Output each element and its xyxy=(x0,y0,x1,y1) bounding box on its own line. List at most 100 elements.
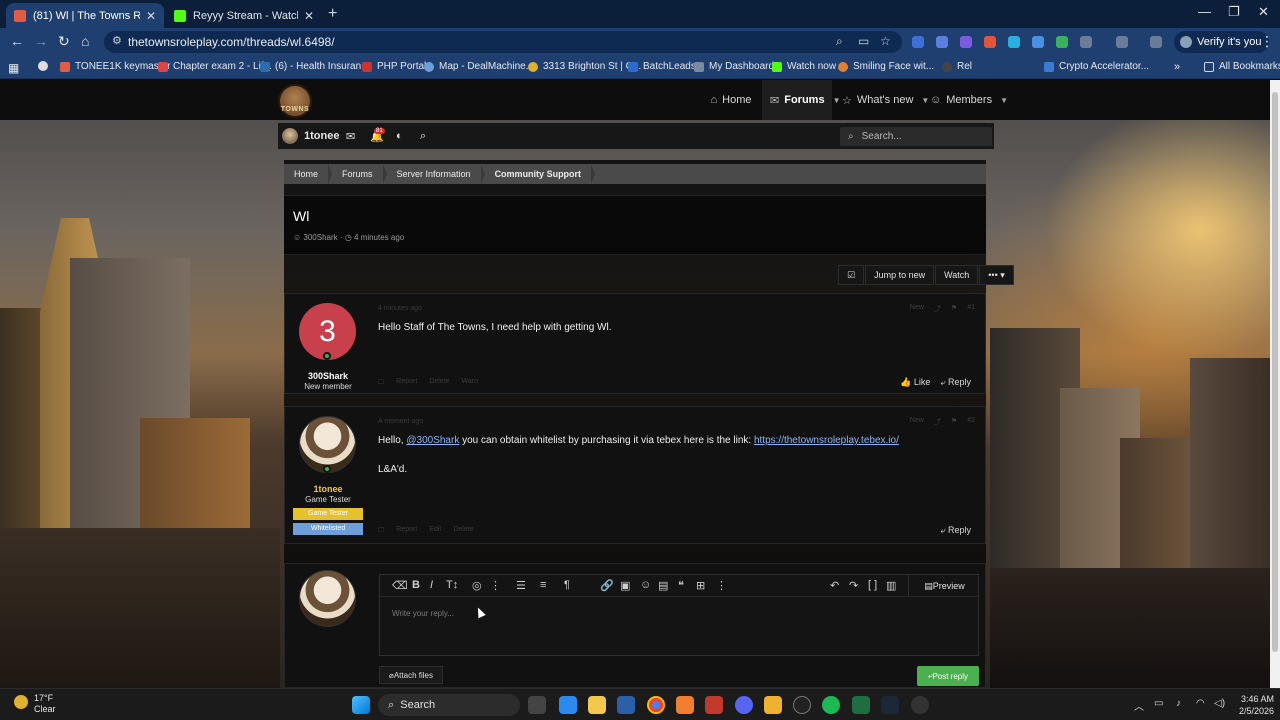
app-icon[interactable] xyxy=(793,696,811,714)
close-window-icon[interactable]: ✕ xyxy=(1258,4,1269,20)
breadcrumb-server-information[interactable]: Server Information xyxy=(387,164,481,184)
bookmark-item[interactable]: Crypto Accelerator... xyxy=(1044,61,1149,72)
delete-link[interactable]: Delete xyxy=(429,378,449,386)
verify-profile-button[interactable]: Verify it's you xyxy=(1174,31,1270,53)
media-icon[interactable]: ▤ xyxy=(658,579,668,592)
menu-kebab-icon[interactable]: ⋮ xyxy=(1260,33,1274,50)
post-username[interactable]: 300Shark xyxy=(285,371,371,381)
emoji-icon[interactable]: ☺ xyxy=(640,579,651,591)
close-tab-icon[interactable]: ✕ xyxy=(146,9,156,23)
paragraph-icon[interactable]: ¶ xyxy=(564,579,570,591)
select-checkbox-icon[interactable]: ☑ xyxy=(838,265,865,285)
inbox-icon[interactable]: ✉ xyxy=(346,123,355,149)
extensions-puzzle-icon[interactable] xyxy=(1080,36,1092,48)
bookmark-item[interactable]: Rel xyxy=(942,61,972,72)
nav-home[interactable]: ⌂ Home xyxy=(704,80,758,120)
bookmark-item[interactable]: Smiling Face wit... xyxy=(838,61,934,72)
more-bookmarks-icon[interactable]: » xyxy=(1174,61,1180,73)
bookmark-item[interactable]: PHP Portal xyxy=(362,61,426,72)
post-number-icon[interactable]: #2 xyxy=(967,417,975,427)
weather-widget[interactable]: 17°F Clear xyxy=(14,693,56,715)
image-icon[interactable]: ▣ xyxy=(620,579,630,592)
user-mention-link[interactable]: @300Shark xyxy=(406,435,459,446)
theme-toggle-icon[interactable]: ◐ xyxy=(396,123,403,149)
extension-icon[interactable] xyxy=(1056,36,1068,48)
close-tab-icon[interactable]: ✕ xyxy=(304,9,314,23)
mic-icon[interactable]: ♪ xyxy=(1176,698,1181,709)
bookmark-item[interactable]: TONEE1K keymaster xyxy=(60,61,170,72)
search-input[interactable]: ⌕ Search... xyxy=(840,127,992,146)
chevron-down-icon[interactable]: ▼ xyxy=(921,96,929,105)
post-time[interactable]: A moment ago xyxy=(378,418,423,425)
clock[interactable]: 3:46 AM 2/5/2026 xyxy=(1234,693,1274,717)
bookmark-item[interactable]: Map - DealMachine... xyxy=(424,61,534,72)
nav-forums[interactable]: ✉ Forums ▼ xyxy=(762,80,840,120)
bookmark-star-icon[interactable]: ☆ xyxy=(880,34,891,48)
nav-whats-new[interactable]: ☆ What's new ▼ xyxy=(842,80,929,120)
align-icon[interactable]: ≡ xyxy=(540,579,546,591)
home-icon[interactable]: ⌂ xyxy=(81,33,89,49)
store-icon[interactable] xyxy=(617,696,635,714)
discord-icon[interactable] xyxy=(735,696,753,714)
excel-icon[interactable] xyxy=(852,696,870,714)
share-icon[interactable]: ⤴ xyxy=(934,417,941,427)
site-info-icon[interactable]: ⚙ xyxy=(112,34,122,47)
extension-icon[interactable] xyxy=(1032,36,1044,48)
page-scrollbar[interactable] xyxy=(1270,80,1280,688)
scrollbar-thumb[interactable] xyxy=(1272,92,1278,652)
reply-button[interactable]: ⤶ Reply xyxy=(940,525,971,536)
undo-icon[interactable]: ↶ xyxy=(830,579,839,592)
extension-icon[interactable] xyxy=(960,36,972,48)
extension-icon[interactable] xyxy=(936,36,948,48)
app-icon[interactable] xyxy=(676,696,694,714)
zoom-icon[interactable]: ⌕ xyxy=(836,34,843,49)
warn-link[interactable]: Warn xyxy=(462,378,478,386)
report-link[interactable]: Report xyxy=(396,378,417,386)
tab-search-icon[interactable] xyxy=(1150,36,1162,48)
tray-chevron-icon[interactable]: ︿ xyxy=(1134,698,1144,713)
taskbar-search[interactable]: ⌕ Search xyxy=(378,694,520,716)
reply-textbox[interactable]: ⌫ B I T↕ ◎ ⋮ ☰ ≡ ¶ 🔗 ▣ ☺ ▤ ❝ ⊞ ⋮ ↶ ↷ [ ]… xyxy=(379,574,980,656)
task-view-icon[interactable] xyxy=(528,696,546,714)
site-logo[interactable]: TOWNS xyxy=(278,84,312,118)
alerts-bell-icon[interactable]: 🔔 xyxy=(370,123,384,149)
chevron-down-icon[interactable]: ▼ xyxy=(1000,96,1008,105)
more-options-icon[interactable]: ••• ▾ xyxy=(979,265,1014,285)
thread-author[interactable]: 300Shark xyxy=(303,233,337,242)
reply-button[interactable]: ⤶ Reply xyxy=(940,377,971,388)
breadcrumb-community-support[interactable]: Community Support xyxy=(485,164,592,184)
volume-icon[interactable]: ◁) xyxy=(1214,698,1225,709)
post-number-icon[interactable]: #1 xyxy=(967,304,975,314)
quote-icon[interactable]: ❝ xyxy=(678,579,684,592)
more-text-options-icon[interactable]: ⋮ xyxy=(490,579,501,592)
chrome-icon[interactable] xyxy=(647,696,665,714)
bookmark-item[interactable]: Watch now xyxy=(772,61,836,72)
watch-button[interactable]: Watch xyxy=(935,265,979,285)
bookmark-chrome[interactable] xyxy=(38,61,53,71)
report-link[interactable]: Report xyxy=(396,526,417,534)
reload-icon[interactable]: ↻ xyxy=(58,33,70,50)
bookmark-item[interactable]: My Dashboard xyxy=(694,61,774,72)
redo-icon[interactable]: ↷ xyxy=(849,579,858,592)
bookmark-icon[interactable]: ⚑ xyxy=(951,417,957,427)
steam-icon[interactable] xyxy=(881,696,899,714)
more-insert-icon[interactable]: ⋮ xyxy=(716,579,727,592)
account-button[interactable]: 1tonee xyxy=(282,123,339,149)
forward-icon[interactable]: → xyxy=(34,33,48,49)
breadcrumb-home[interactable]: Home xyxy=(284,164,328,184)
copilot-icon[interactable] xyxy=(559,696,577,714)
spotify-icon[interactable] xyxy=(822,696,840,714)
select-checkbox-icon[interactable]: ☐ xyxy=(378,378,384,386)
bookmark-item[interactable]: (6) - Health Insuran... xyxy=(260,61,369,72)
table-icon[interactable]: ⊞ xyxy=(696,579,705,592)
drafts-icon[interactable]: ▥ xyxy=(886,579,896,592)
nav-members[interactable]: ☺ Members ▼ xyxy=(930,80,1008,120)
app-icon[interactable] xyxy=(705,696,723,714)
chevron-down-icon[interactable]: ▼ xyxy=(833,96,841,105)
post-reply-button[interactable]: ⤶ Post reply xyxy=(917,666,979,686)
minimize-icon[interactable]: — xyxy=(1198,4,1211,19)
tab-kick-stream[interactable]: Reyyy Stream - Watch Live on K ✕ xyxy=(166,3,322,28)
extension-icon[interactable] xyxy=(1008,36,1020,48)
address-bar[interactable]: ⚙ thetownsroleplay.com/threads/wl.6498/ … xyxy=(104,31,902,53)
bookmark-item[interactable]: 3313 Brighton St | C... xyxy=(528,61,641,72)
